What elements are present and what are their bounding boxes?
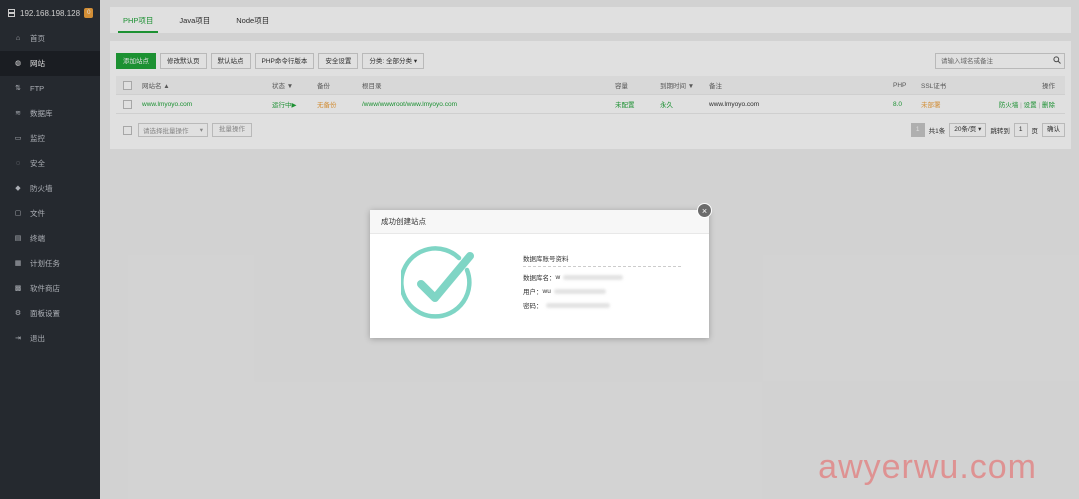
db-name-label: 数据库名： bbox=[523, 275, 556, 282]
db-user-value[interactable]: wu bbox=[543, 288, 551, 295]
success-check-icon bbox=[401, 246, 474, 319]
success-dialog: 成功创建站点 × 数据库账号资料 数据库名： w 用户： wu 密码： bbox=[370, 203, 712, 338]
db-name-value[interactable]: w bbox=[556, 274, 561, 281]
close-icon[interactable]: × bbox=[697, 203, 712, 218]
db-password-row: 密码： bbox=[523, 301, 681, 310]
db-info-title: 数据库账号资料 bbox=[523, 253, 681, 267]
watermark: awyerwu.com bbox=[818, 448, 1037, 486]
db-password-label: 密码： bbox=[523, 303, 543, 310]
db-info: 数据库账号资料 数据库名： w 用户： wu 密码： bbox=[523, 253, 681, 310]
db-user-label: 用户： bbox=[523, 289, 543, 296]
db-name-row: 数据库名： w bbox=[523, 273, 681, 282]
redacted-value bbox=[563, 274, 624, 280]
db-user-row: 用户： wu bbox=[523, 287, 681, 296]
redacted-value bbox=[545, 302, 610, 308]
dialog-title: 成功创建站点 bbox=[370, 210, 709, 234]
redacted-value bbox=[553, 288, 606, 294]
